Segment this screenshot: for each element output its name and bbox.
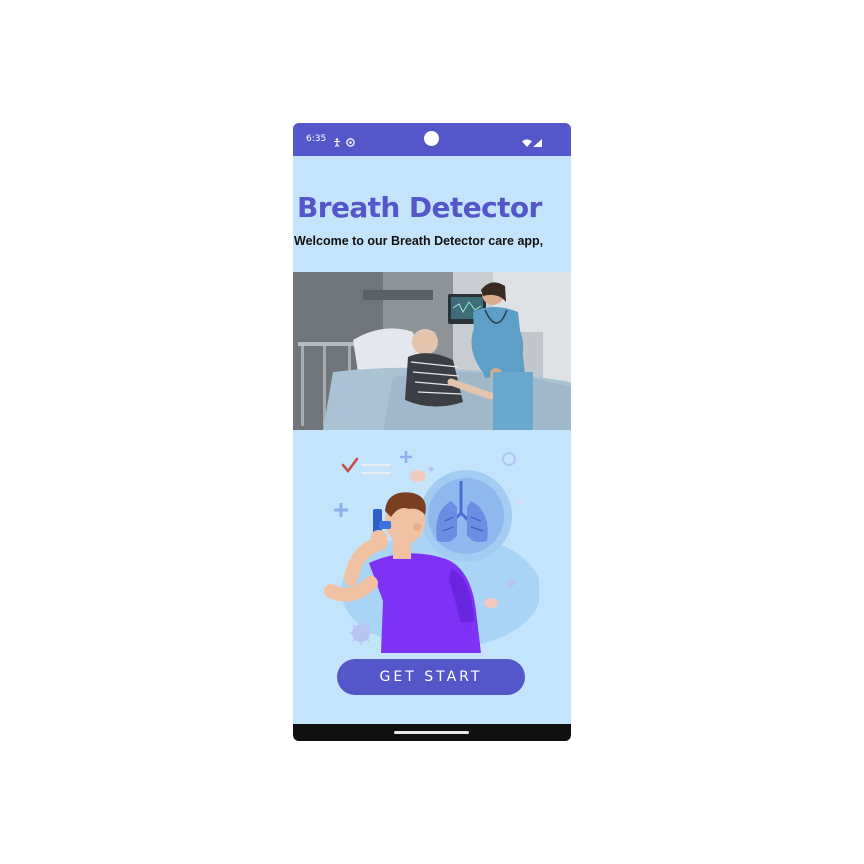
camera-cutout: [424, 131, 439, 146]
status-bar: 6:35: [293, 123, 571, 156]
inhaler-illustration: [324, 451, 539, 653]
status-time: 6:35: [306, 134, 327, 144]
hospital-photo: [293, 272, 571, 430]
signal-icon: [533, 134, 542, 152]
phone-screen: 6:35 Breath Detector Welcome to our Brea…: [293, 123, 571, 741]
welcome-text: Welcome to our Breath Detector care app,: [294, 234, 544, 248]
location-icon: [346, 134, 355, 152]
app-title: Breath Detector: [297, 191, 542, 224]
accessibility-icon: [333, 134, 341, 152]
navigation-bar: [293, 724, 571, 741]
get-start-button[interactable]: GET START: [337, 659, 525, 695]
wifi-icon: [522, 134, 532, 152]
home-indicator[interactable]: [394, 731, 469, 734]
